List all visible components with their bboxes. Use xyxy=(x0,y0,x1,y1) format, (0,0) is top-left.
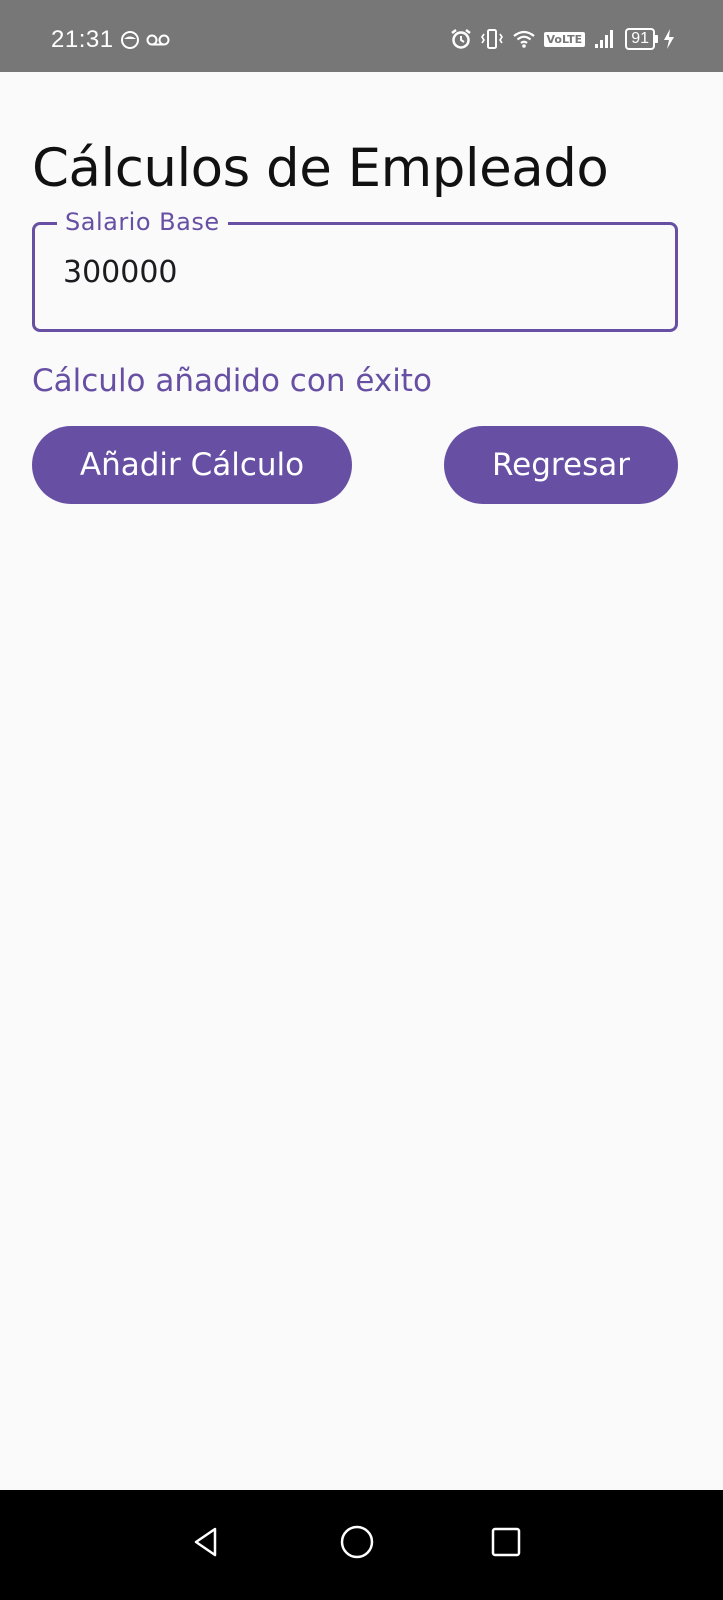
voicemail-icon xyxy=(146,33,170,47)
vibrate-icon xyxy=(480,28,504,50)
status-right-icons: VoLTE 91 xyxy=(450,28,675,50)
salary-input[interactable] xyxy=(63,255,643,290)
wifi-icon xyxy=(512,29,536,49)
add-calculation-button[interactable]: Añadir Cálculo xyxy=(32,426,352,504)
alarm-icon xyxy=(450,28,472,50)
salary-field-label: Salario Base xyxy=(57,208,228,236)
navigation-bar xyxy=(0,1490,723,1600)
home-icon[interactable] xyxy=(325,1510,389,1574)
status-time: 21:31 xyxy=(51,26,114,53)
charging-icon xyxy=(663,28,675,50)
recents-icon[interactable] xyxy=(474,1510,538,1574)
back-button[interactable]: Regresar xyxy=(444,426,678,504)
status-bar: 21:31 VoLTE 91 xyxy=(0,0,723,72)
salary-field[interactable]: Salario Base xyxy=(32,208,678,332)
back-icon[interactable] xyxy=(174,1510,238,1574)
signal-icon xyxy=(593,29,617,49)
battery-icon: 91 xyxy=(625,28,658,50)
status-left-icons xyxy=(120,30,170,50)
face-icon xyxy=(120,30,140,50)
page-title: Cálculos de Empleado xyxy=(32,138,609,199)
status-message: Cálculo añadido con éxito xyxy=(32,363,432,399)
volte-icon: VoLTE xyxy=(543,31,586,47)
